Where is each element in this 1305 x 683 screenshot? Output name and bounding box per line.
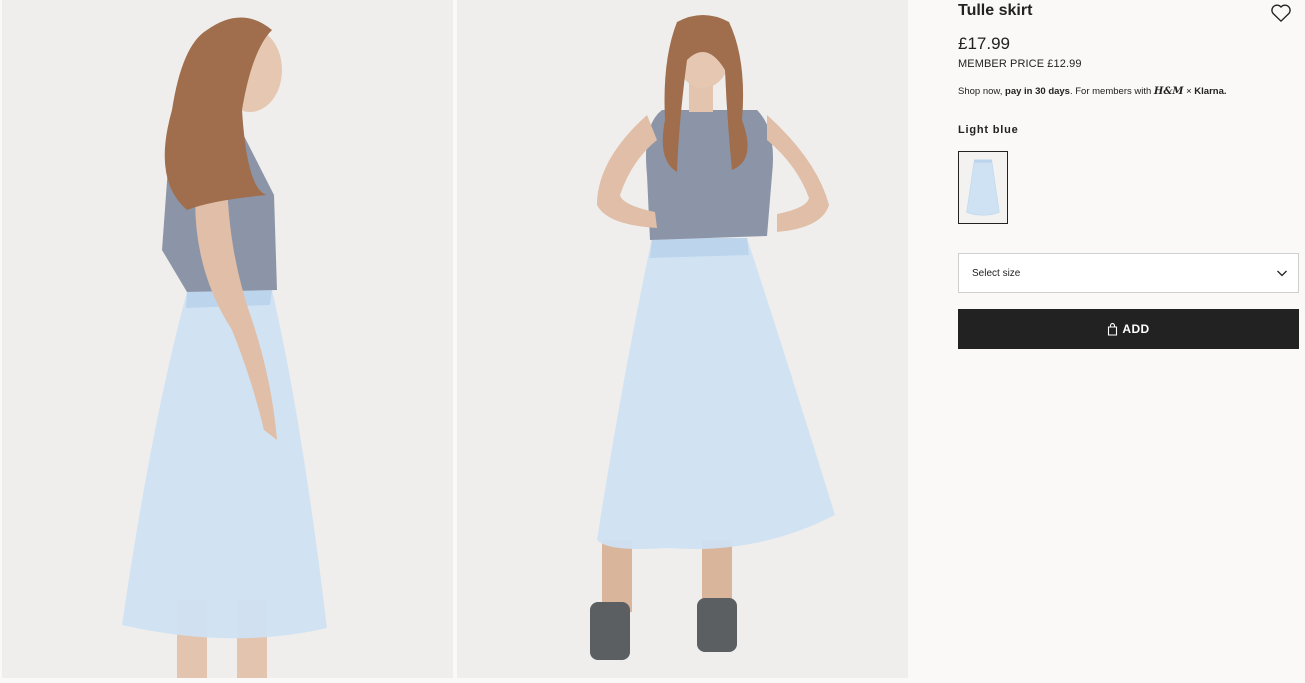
klarna-cross: × [1183,86,1195,97]
skirt-thumbnail-icon [959,152,1007,223]
color-swatch-light-blue[interactable] [958,151,1008,224]
product-details-panel: Tulle skirt £17.99 MEMBER PRICE £12.99 S… [910,0,1305,683]
product-image-side[interactable] [2,0,453,678]
size-select-label: Select size [972,268,1021,279]
favorite-button[interactable] [1270,3,1292,23]
model-side-illustration [2,0,453,678]
hm-logo: H&M [1153,86,1184,97]
add-button-label: ADD [1122,322,1150,336]
product-image-front[interactable] [457,0,908,678]
heart-icon [1271,4,1291,22]
klarna-prefix: Shop now, [958,86,1006,97]
product-price: £17.99 [958,34,1010,53]
chevron-down-icon [1277,270,1287,277]
product-title: Tulle skirt [958,2,1033,19]
klarna-logo: Klarna. [1194,86,1227,97]
shopping-bag-icon [1108,322,1118,336]
klarna-message: Shop now, pay in 30 days. For members wi… [958,86,1227,97]
klarna-bold-text: pay in 30 days [1005,86,1070,97]
size-select[interactable]: Select size [958,253,1299,293]
model-front-illustration [457,0,908,678]
klarna-middle: . For members with [1069,86,1154,97]
add-to-bag-button[interactable]: ADD [958,309,1299,349]
member-price: MEMBER PRICE £12.99 [958,58,1082,70]
color-label: Light blue [958,124,1019,136]
